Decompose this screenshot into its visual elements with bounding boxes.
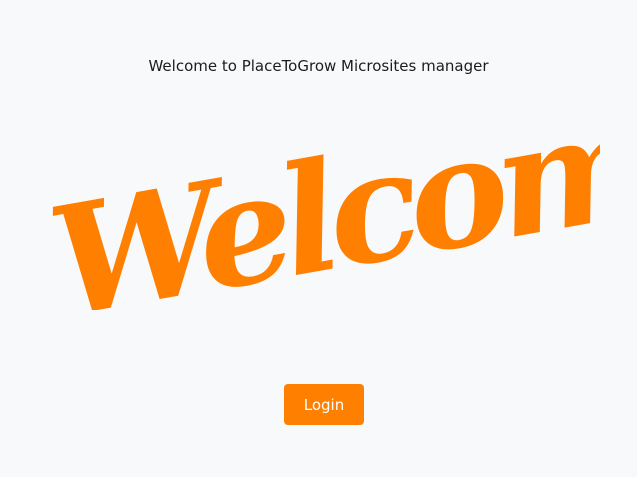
welcome-logo: Welcome (40, 100, 600, 310)
login-button[interactable]: Login (284, 384, 364, 425)
welcome-subtitle: Welcome to PlaceToGrow Microsites manage… (148, 57, 489, 75)
welcome-logo-text: Welcome (40, 100, 600, 310)
welcome-page: Welcome to PlaceToGrow Microsites manage… (0, 0, 637, 477)
